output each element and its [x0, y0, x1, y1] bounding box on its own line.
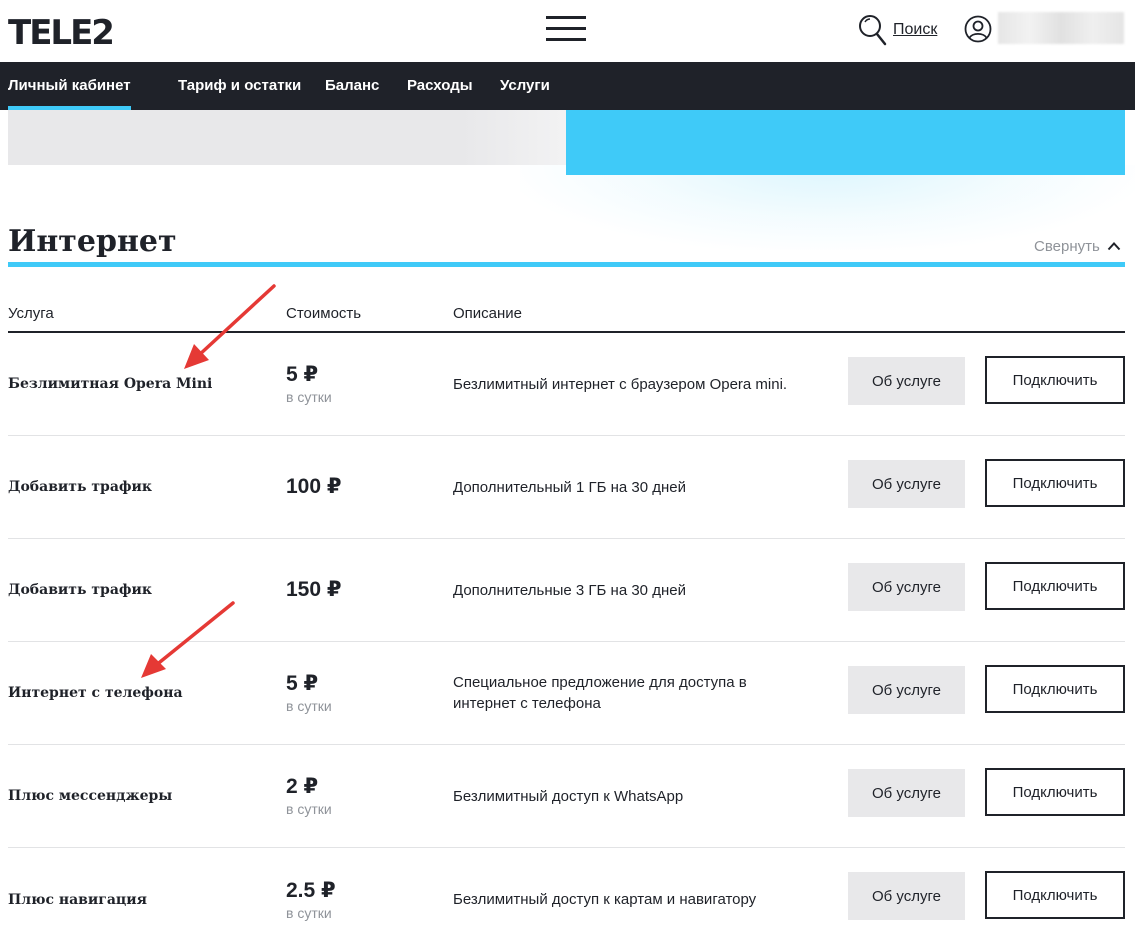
- price-cell: 2.5 ₽ в сутки: [286, 848, 336, 940]
- price-period: в сутки: [286, 698, 332, 714]
- connect-button[interactable]: Подключить: [985, 871, 1125, 919]
- service-description: Безлимитный доступ к картам и навигатору: [453, 891, 757, 908]
- connect-button[interactable]: Подключить: [985, 768, 1125, 816]
- header: TELE2 Поиск: [0, 0, 1135, 62]
- price-cell: 150 ₽: [286, 539, 341, 641]
- search-icon: [859, 15, 887, 46]
- section-divider: [8, 262, 1125, 267]
- connect-button[interactable]: Подключить: [985, 356, 1125, 404]
- price-period: в сутки: [286, 801, 332, 817]
- about-service-button[interactable]: Об услуге: [848, 357, 965, 405]
- price-period: в сутки: [286, 389, 332, 405]
- about-service-button[interactable]: Об услуге: [848, 872, 965, 920]
- price-value: 2.5 ₽: [286, 878, 336, 902]
- table-row: Добавить трафик 100 ₽ Дополнительный 1 Г…: [8, 436, 1125, 539]
- service-name: Добавить трафик: [8, 479, 153, 495]
- service-name: Интернет с телефона: [8, 685, 183, 701]
- column-header-description: Описание: [453, 305, 523, 322]
- service-description: Безлимитный доступ к WhatsApp: [453, 787, 684, 805]
- column-header-price: Стоимость: [286, 305, 362, 322]
- price-period: в сутки: [286, 904, 332, 921]
- section-title: Интернет: [8, 224, 177, 259]
- service-description: Специальное предложение для доступа в ин…: [453, 674, 747, 712]
- service-name: Безлимитная Opera Mini: [8, 376, 213, 392]
- nav-item-expenses[interactable]: Расходы: [407, 62, 473, 110]
- column-header-service: Услуга: [8, 305, 54, 322]
- service-description: Дополнительный 1 ГБ на 30 дней: [453, 478, 686, 496]
- about-service-button[interactable]: Об услуге: [848, 460, 965, 508]
- collapse-label[interactable]: Свернуть: [1034, 238, 1100, 255]
- connect-button[interactable]: Подключить: [985, 562, 1125, 610]
- price-cell: 2 ₽ в сутки: [286, 745, 332, 847]
- table-row: Интернет с телефона 5 ₽ в сутки Специаль…: [8, 642, 1125, 745]
- about-service-button[interactable]: Об услуге: [848, 769, 965, 817]
- connect-button[interactable]: Подключить: [985, 459, 1125, 507]
- table-row: Безлимитная Opera Mini 5 ₽ в сутки Безли…: [8, 333, 1125, 436]
- tele2-logo[interactable]: TELE2: [8, 13, 115, 53]
- banner-blue-panel: [566, 110, 1125, 175]
- price-value: 100 ₽: [286, 475, 342, 498]
- service-description: Дополнительные 3 ГБ на 30 дней: [453, 581, 686, 599]
- hamburger-menu-icon[interactable]: [546, 16, 586, 42]
- price-cell: 5 ₽ в сутки: [286, 642, 332, 744]
- banner-grey-panel: [8, 110, 574, 165]
- main-nav: Личный кабинет Тариф и остатки Баланс Ра…: [0, 62, 1135, 110]
- price-cell: 5 ₽ в сутки: [286, 333, 332, 435]
- price-value: 150 ₽: [286, 578, 342, 601]
- table-row: Плюс навигация 2.5 ₽ в сутки Безлимитный…: [8, 848, 1125, 940]
- price-value: 5 ₽: [286, 672, 319, 695]
- search-link[interactable]: Поиск: [858, 13, 937, 47]
- nav-item-account[interactable]: Личный кабинет: [8, 62, 131, 110]
- about-service-button[interactable]: Об услуге: [848, 666, 965, 714]
- nav-item-tariff[interactable]: Тариф и остатки: [178, 62, 301, 110]
- connect-button[interactable]: Подключить: [985, 665, 1125, 713]
- price-value: 5 ₽: [286, 363, 319, 386]
- price-value: 2 ₽: [286, 775, 319, 798]
- user-icon[interactable]: [964, 15, 992, 43]
- price-cell: 100 ₽: [286, 436, 341, 538]
- nav-item-services[interactable]: Услуги: [500, 62, 550, 110]
- service-description: Безлимитный интернет с браузером Opera m…: [453, 375, 788, 393]
- chevron-up-icon[interactable]: [1107, 241, 1121, 251]
- about-service-button[interactable]: Об услуге: [848, 563, 965, 611]
- nav-item-balance[interactable]: Баланс: [325, 62, 379, 110]
- service-name: Добавить трафик: [8, 582, 153, 598]
- table-row: Добавить трафик 150 ₽ Дополнительные 3 Г…: [8, 539, 1125, 642]
- search-label[interactable]: Поиск: [893, 21, 937, 39]
- user-name-blurred[interactable]: [998, 12, 1124, 44]
- service-name: Плюс мессенджеры: [8, 788, 173, 804]
- table-row: Плюс мессенджеры 2 ₽ в сутки Безлимитный…: [8, 745, 1125, 848]
- service-name: Плюс навигация: [8, 891, 147, 908]
- collapse-toggle[interactable]: Свернуть: [1034, 235, 1121, 257]
